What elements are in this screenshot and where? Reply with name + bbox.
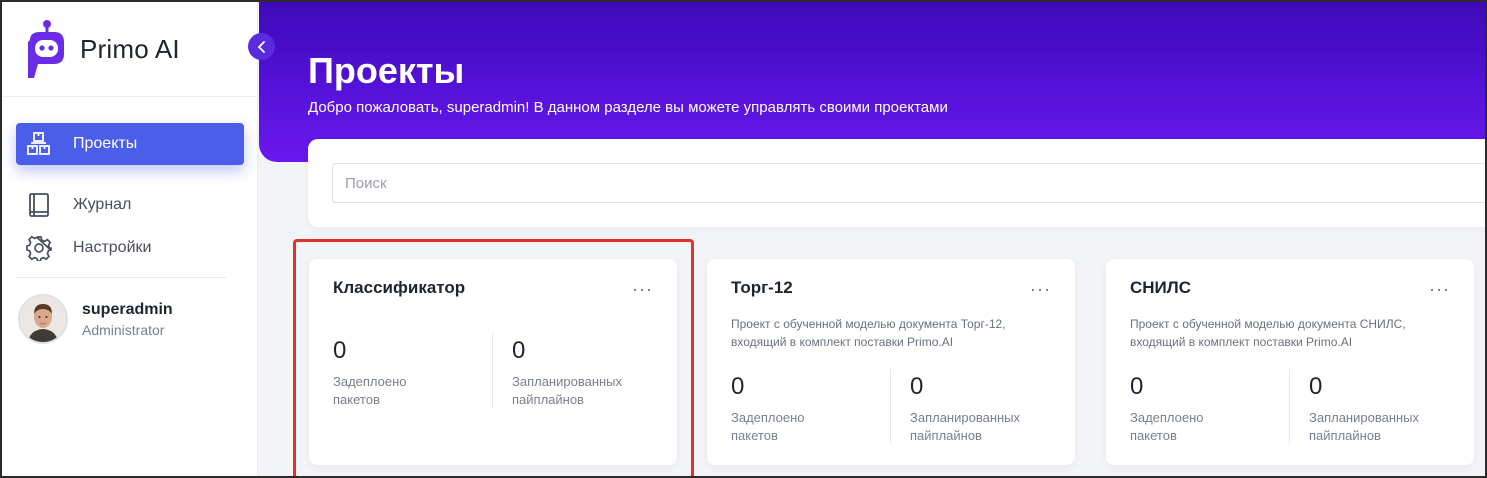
chevron-left-icon: [257, 40, 265, 53]
stat-label: Задеплоено пакетов: [1130, 410, 1204, 443]
divider: [2, 96, 257, 97]
sidebar-item-label: Настройки: [73, 239, 152, 256]
brand-name: Primo AI: [80, 33, 180, 64]
stat-label: Задеплоено пакетов: [731, 410, 805, 443]
stat-pipelines: 0 Запланированных пайплайнов: [1309, 373, 1429, 445]
brand[interactable]: Primo AI: [24, 18, 180, 80]
stat-label: Запланированных пайплайнов: [910, 410, 1021, 443]
divider: [16, 277, 227, 278]
stat-value: 0: [910, 373, 924, 400]
sidebar: Primo AI Проекты Журнал Настройки supera…: [2, 2, 258, 476]
projects-icon: [25, 130, 53, 158]
project-description: Проект с обученной моделью документа СНИ…: [1130, 317, 1406, 349]
stat-label: Запланированных пайплайнов: [1309, 410, 1420, 443]
sidebar-item-journal[interactable]: Журнал: [16, 184, 244, 226]
more-options-icon[interactable]: ···: [1429, 279, 1450, 300]
page-header: Проекты Добро пожаловать, superadmin! В …: [259, 2, 1485, 162]
app-window: Primo AI Проекты Журнал Настройки supera…: [0, 0, 1487, 478]
page-subtitle: Добро пожаловать, superadmin! В данном р…: [308, 99, 948, 116]
sidebar-item-projects[interactable]: Проекты: [16, 123, 244, 165]
page-title: Проекты: [308, 50, 465, 91]
sidebar-item-settings[interactable]: Настройки: [16, 227, 244, 269]
project-title: Классификатор: [333, 278, 466, 297]
more-options-icon[interactable]: ···: [1030, 279, 1051, 300]
primo-logo-icon: [28, 20, 64, 78]
project-card-classifier[interactable]: Классификатор ··· 0 Задеплоено пакетов 0…: [309, 259, 677, 465]
stat-value: 0: [512, 337, 526, 364]
search-input[interactable]: [332, 163, 1485, 203]
gear-icon: [25, 234, 53, 262]
stat-value: 0: [731, 373, 745, 400]
divider: [492, 333, 493, 407]
stat-pipelines: 0 Запланированных пайплайнов: [512, 337, 632, 409]
user-profile[interactable]: superadmin Administrator: [18, 294, 173, 344]
stat-deployed: 0 Задеплоено пакетов: [731, 373, 821, 445]
project-card-snils[interactable]: СНИЛС ··· Проект с обученной моделью док…: [1106, 259, 1474, 465]
project-title: Торг-12: [731, 278, 793, 297]
collapse-sidebar-button[interactable]: [248, 33, 275, 60]
user-role: Administrator: [82, 321, 165, 338]
sidebar-item-label: Журнал: [73, 196, 132, 213]
project-title: СНИЛС: [1130, 278, 1191, 297]
stat-deployed: 0 Задеплоено пакетов: [333, 337, 423, 409]
avatar: [18, 294, 68, 344]
stat-value: 0: [333, 337, 347, 364]
stat-value: 0: [1309, 373, 1323, 400]
stat-value: 0: [1130, 373, 1144, 400]
stat-label: Задеплоено пакетов: [333, 374, 407, 407]
stat-label: Запланированных пайплайнов: [512, 374, 623, 407]
journal-icon: [25, 191, 53, 219]
user-name: superadmin: [82, 300, 173, 318]
divider: [890, 369, 891, 443]
more-options-icon[interactable]: ···: [632, 279, 653, 300]
search-panel: [308, 139, 1485, 227]
stat-pipelines: 0 Запланированных пайплайнов: [910, 373, 1030, 445]
project-description: Проект с обученной моделью документа Тор…: [731, 317, 1006, 349]
divider: [1289, 369, 1290, 443]
project-card-torg12[interactable]: Торг-12 ··· Проект с обученной моделью д…: [707, 259, 1075, 465]
sidebar-item-label: Проекты: [73, 135, 138, 152]
stat-deployed: 0 Задеплоено пакетов: [1130, 373, 1220, 445]
